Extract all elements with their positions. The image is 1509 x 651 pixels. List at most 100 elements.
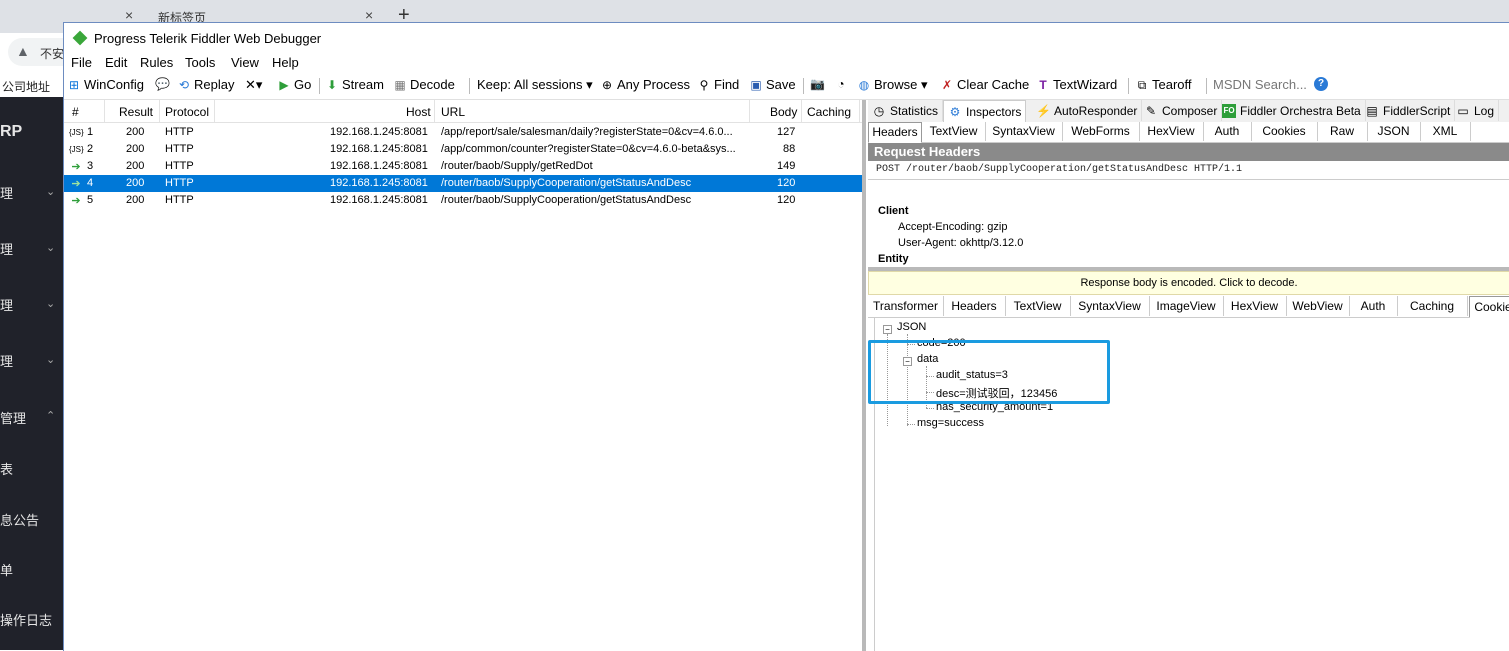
resp-tab-webview[interactable]: WebView [1286, 296, 1350, 316]
remove-button[interactable]: ✕▾ [245, 77, 262, 93]
col-result[interactable]: Result [119, 105, 153, 119]
winconfig-button[interactable]: ⊞ WinConfig [67, 77, 144, 92]
session-num: 1 [87, 126, 94, 138]
sessions-list[interactable]: # Result Protocol Host URL Body Caching … [64, 100, 862, 651]
req-tab-auth[interactable]: Auth [1203, 122, 1252, 141]
resp-tab-syntaxview[interactable]: SyntaxView [1070, 296, 1150, 316]
resp-tab-hexview[interactable]: HexView [1223, 296, 1287, 316]
toolbar-separator [469, 78, 470, 94]
tab-inspectors-label: Inspectors [966, 104, 1022, 119]
col-url[interactable]: URL [441, 105, 465, 119]
help-button[interactable]: ? [1314, 77, 1328, 91]
req-tab-textview[interactable]: TextView [922, 122, 986, 141]
tab-log[interactable]: ▭ Log [1452, 100, 1500, 121]
log-icon: ▭ [1457, 103, 1469, 118]
header-group-client[interactable]: Client [878, 205, 909, 217]
bookmark-item[interactable]: 公司地址 [2, 78, 50, 95]
tab-close-icon[interactable]: × [125, 7, 133, 23]
keep-sessions-dropdown[interactable]: Keep: All sessions ▾ [477, 77, 593, 93]
session-row[interactable]: {JS} 2 200 HTTP 192.168.1.245:8081 /app/… [64, 141, 862, 158]
resp-tab-caching[interactable]: Caching [1397, 296, 1468, 316]
col-host[interactable]: Host [406, 105, 431, 119]
crosshair-icon: ⊕ [601, 77, 613, 92]
comment-icon: 💬 [155, 77, 170, 91]
req-tab-xml[interactable]: XML [1420, 122, 1471, 141]
process-filter-button[interactable]: ⊕ Any Process [600, 77, 690, 92]
col-body[interactable]: Body [770, 105, 797, 119]
sidebar-item[interactable]: 管理 [0, 408, 26, 427]
col-num[interactable]: # [72, 105, 79, 119]
menu-rules[interactable]: Rules [140, 55, 173, 70]
sidebar-item[interactable]: 理 [0, 239, 13, 258]
session-row[interactable]: ➔ 5 200 HTTP 192.168.1.245:8081 /router/… [64, 192, 862, 209]
menu-view[interactable]: View [231, 55, 259, 70]
tab-fiddlerscript[interactable]: ▤ FiddlerScript [1361, 100, 1456, 121]
resp-tab-auth[interactable]: Auth [1349, 296, 1398, 316]
stream-button[interactable]: ⬇ Stream [325, 77, 384, 92]
session-row-selected[interactable]: ➔ 4 200 HTTP 192.168.1.245:8081 /router/… [64, 175, 862, 192]
tab-statistics[interactable]: ◷ Statistics [868, 100, 944, 121]
resp-tab-cookies[interactable]: Cookie [1469, 296, 1509, 318]
session-url: /router/baob/Supply/getRedDot [441, 160, 593, 172]
sidebar-item[interactable]: 理 [0, 295, 13, 314]
req-tab-cookies[interactable]: Cookies [1251, 122, 1318, 141]
collapse-icon[interactable]: − [883, 325, 892, 334]
session-row[interactable]: {JS} 1 200 HTTP 192.168.1.245:8081 /app/… [64, 124, 862, 141]
comment-button[interactable]: 💬 [155, 77, 170, 91]
menu-tools[interactable]: Tools [185, 55, 215, 70]
find-button[interactable]: ⚲ Find [697, 77, 740, 92]
replay-button[interactable]: ⟲ Replay [177, 77, 235, 92]
clear-cache-button[interactable]: ✗ Clear Cache [940, 77, 1029, 92]
json-node-msg[interactable]: msg=success [917, 417, 984, 429]
req-tab-hexview[interactable]: HexView [1139, 122, 1204, 141]
menu-edit[interactable]: Edit [105, 55, 127, 70]
tab-close-icon[interactable]: × [365, 7, 373, 23]
req-tab-headers[interactable]: Headers [868, 122, 922, 143]
resp-tab-transformer[interactable]: Transformer [868, 296, 944, 316]
menu-help[interactable]: Help [272, 55, 299, 70]
session-num: 3 [87, 160, 94, 172]
vertical-splitter[interactable] [862, 100, 866, 651]
tab-composer[interactable]: ✎ Composer [1140, 100, 1223, 121]
binoculars-icon: ⚲ [699, 77, 709, 92]
save-button[interactable]: ▣ Save [749, 77, 796, 92]
req-tab-syntaxview[interactable]: SyntaxView [985, 122, 1063, 141]
timer-button[interactable]: ◔ [834, 77, 848, 91]
go-button[interactable]: ▶ Go [277, 77, 311, 92]
header-user-agent[interactable]: User-Agent: okhttp/3.12.0 [898, 237, 1023, 249]
tab-inspectors[interactable]: ⚙ Inspectors [943, 100, 1027, 122]
req-tab-webforms[interactable]: WebForms [1062, 122, 1140, 141]
screenshot-button[interactable]: 📷 [810, 77, 825, 91]
menu-file[interactable]: File [71, 55, 92, 70]
fiddler-window: Progress Telerik Fiddler Web Debugger Fi… [63, 22, 1509, 651]
decode-button[interactable]: ▦ Decode [393, 77, 454, 92]
decode-notice-bar[interactable]: Response body is encoded. Click to decod… [868, 271, 1509, 295]
resp-tab-imageview[interactable]: ImageView [1149, 296, 1224, 316]
sidebar-item[interactable]: 操作日志 [0, 610, 52, 629]
req-tab-raw[interactable]: Raw [1317, 122, 1368, 141]
msdn-search-input[interactable]: MSDN Search... [1213, 77, 1307, 92]
tab-autoresponder[interactable]: ⚡ AutoResponder [1032, 100, 1143, 121]
tree-connector [907, 424, 915, 425]
session-row[interactable]: ➔ 3 200 HTTP 192.168.1.245:8081 /router/… [64, 158, 862, 175]
col-caching[interactable]: Caching [807, 105, 851, 119]
sidebar-item[interactable]: 理 [0, 183, 13, 202]
tearoff-button[interactable]: ⧉ Tearoff [1135, 77, 1192, 92]
globe-icon: ◍ [858, 78, 870, 92]
header-group-entity[interactable]: Entity [878, 253, 909, 265]
textwizard-button[interactable]: T TextWizard [1036, 77, 1117, 92]
save-label: Save [766, 77, 796, 92]
sidebar-item[interactable]: 表 [0, 459, 13, 478]
col-protocol[interactable]: Protocol [165, 105, 209, 119]
resp-tab-textview[interactable]: TextView [1005, 296, 1071, 316]
browse-button[interactable]: ◍ Browse ▾ [857, 77, 928, 93]
sidebar-item[interactable]: 理 [0, 351, 13, 370]
json-root-node[interactable]: JSON [897, 321, 926, 333]
sidebar-item[interactable]: 单 [0, 560, 13, 579]
tearoff-icon: ⧉ [1137, 77, 1147, 92]
tab-orchestra[interactable]: FO Fiddler Orchestra Beta [1218, 100, 1366, 121]
req-tab-json[interactable]: JSON [1367, 122, 1421, 141]
header-accept-encoding[interactable]: Accept-Encoding: gzip [898, 221, 1007, 233]
resp-tab-headers[interactable]: Headers [943, 296, 1006, 316]
sidebar-item[interactable]: 息公告 [0, 510, 39, 529]
